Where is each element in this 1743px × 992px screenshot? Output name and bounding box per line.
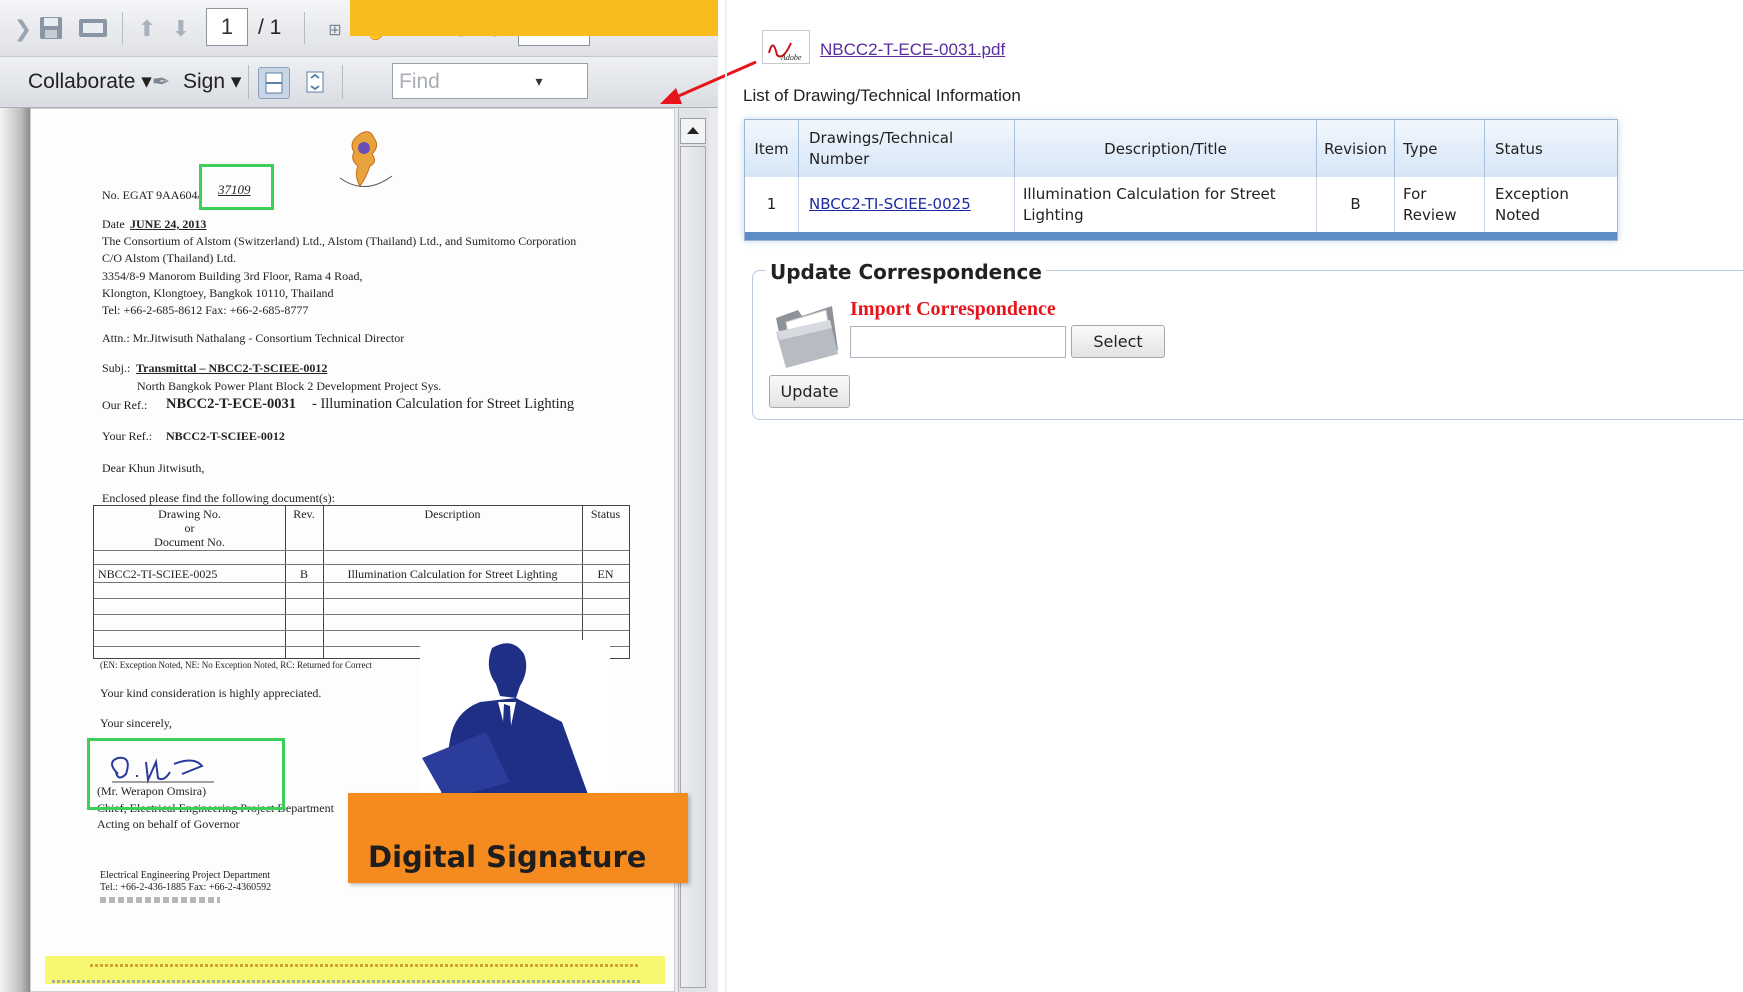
letter-subj-line2: North Bangkok Power Plant Block 2 Develo… [137,379,442,393]
title-banner [350,0,718,36]
ref-number-highlight-box [199,164,274,210]
td-status: Exception Noted [1495,184,1569,224]
letter-address-1: The Consortium of Alstom (Switzerland) L… [102,234,577,248]
letter-legend-note: (EN: Exception Noted, NE: No Exception N… [100,660,372,670]
letter-subj-label: Subj.: [102,361,131,375]
letter-document-table: Drawing No. or Document No. Rev. Descrip… [93,505,630,659]
letter-closing-1: Your kind consideration is highly apprec… [100,686,322,700]
letter-acting: Acting on behalf of Governor [97,817,240,831]
open-icon[interactable]: ❯ [8,14,38,44]
letter-td-drawing: NBCC2-TI-SCIEE-0025 [98,567,218,581]
letter-date: JUNE 24, 2013 [130,217,207,231]
letter-td-status: EN [597,567,614,581]
pdf-attachment-link[interactable]: NBCC2-T-ECE-0031.pdf [820,40,1005,60]
th-status: Status [1485,120,1617,177]
print-icon[interactable] [78,13,108,43]
egat-logo-icon [330,126,400,196]
letter-footer-line-2 [52,980,642,983]
viewer-toolbar-bottom: Collaborate ▾ ✒ Sign ▾ Find ▾ [0,57,718,108]
letter-your-ref-label: Your Ref.: [102,429,153,443]
drawing-number-link[interactable]: NBCC2-TI-SCIEE-0025 [799,177,1015,232]
signature-highlight-box [87,738,285,810]
td-type: For Review [1395,177,1485,232]
sign-menu[interactable]: Sign ▾ [183,67,241,97]
scroll-up-arrow-icon[interactable] [680,118,706,144]
letter-address-2: C/O Alstom (Thailand) Ltd. [102,251,236,265]
update-button[interactable]: Update [769,375,850,408]
letter-th-status: Status [590,507,621,521]
letter-th-rev: Rev. [293,507,315,521]
letter-subj: Transmittal – NBCC2-T-SCIEE-0012 [136,361,328,375]
digital-signature-label: Digital Signature [368,840,647,874]
folder-icon [772,298,844,370]
file-path-input[interactable] [850,326,1066,358]
drawing-table: Item Drawings/Technical Number Descripti… [744,119,1618,241]
businessman-silhouette-icon [420,640,610,800]
th-description: Description/Title [1015,120,1317,177]
letter-cc-line [100,897,220,903]
th-item: Item [745,120,799,177]
page-edge-shadow [0,108,30,992]
letter-td-rev: B [299,567,308,581]
select-button[interactable]: Select [1071,325,1165,358]
letter-address-5: Tel: +66-2-685-8612 Fax: +66-2-685-8777 [102,303,309,317]
zoom-icon[interactable]: ⊞ [320,14,350,44]
letter-salutation: Dear Khun Jitwisuth, [102,461,205,475]
letter-footer-line-1 [90,964,640,967]
letter-our-ref: NBCC2-T-ECE-0031 [166,396,296,412]
save-icon[interactable] [36,13,66,43]
td-description: Illumination Calculation for Street Ligh… [1015,177,1317,232]
letter-td-desc: Illumination Calculation for Street Ligh… [347,567,558,581]
letter-our-ref-label: Our Ref.: [102,398,148,412]
letter-date-label: Date [102,217,125,231]
letter-th-desc: Description [424,507,481,521]
letter-our-ref-desc: - Illumination Calculation for Street Li… [312,396,575,412]
fit-width-icon[interactable] [258,67,290,99]
letter-dept-tel: Tel.: +66-2-436-1885 Fax: +66-2-4360592 [100,882,272,893]
letter-closing-2: Your sincerely, [100,716,172,730]
import-correspondence-label: Import Correspondence [850,298,1056,320]
collaborate-menu[interactable]: Collaborate ▾ [28,67,152,97]
find-input[interactable]: Find [392,63,588,99]
panel-divider [725,0,727,992]
td-revision: B [1317,177,1395,232]
th-type: Type [1395,120,1485,177]
letter-enclosed: Enclosed please find the following docum… [102,491,335,505]
letter-attn: Attn.: Mr.Jitwisuth Nathalang - Consorti… [102,331,405,345]
pen-icon: ✒ [151,69,171,95]
fit-page-icon[interactable] [300,67,330,97]
letter-th-docno: Document No. [154,535,225,549]
pdf-icon-text: Adobe [780,53,802,62]
td-item: 1 [745,177,799,232]
letter-th-or: or [184,521,195,535]
next-page-icon[interactable]: ⬇ [166,14,196,44]
letter-address-3: 3354/8-9 Manorom Building 3rd Floor, Ram… [102,269,363,283]
th-revision: Revision [1317,120,1395,177]
letter-address-4: Klongton, Klongtoey, Bangkok 10110, Thai… [102,286,334,300]
pdf-file-icon[interactable]: Adobe [762,30,810,64]
page-number-input[interactable]: 1 [206,8,248,46]
list-title: List of Drawing/Technical Information [743,86,1021,105]
letter-ref-prefix: No. EGAT 9AA604/ [102,188,201,202]
prev-page-icon[interactable]: ⬆ [132,14,162,44]
table-footer-bar [745,232,1617,240]
update-correspondence-title: Update Correspondence [766,260,1046,284]
letter-th-drawing: Drawing No. [158,507,221,521]
page-total: / 1 [258,16,282,39]
letter-dept: Electrical Engineering Project Departmen… [100,870,271,881]
th-drawing-number: Drawings/Technical Number [799,120,1015,177]
find-dropdown-icon[interactable]: ▾ [524,67,554,97]
letter-your-ref: NBCC2-T-SCIEE-0012 [166,429,285,443]
